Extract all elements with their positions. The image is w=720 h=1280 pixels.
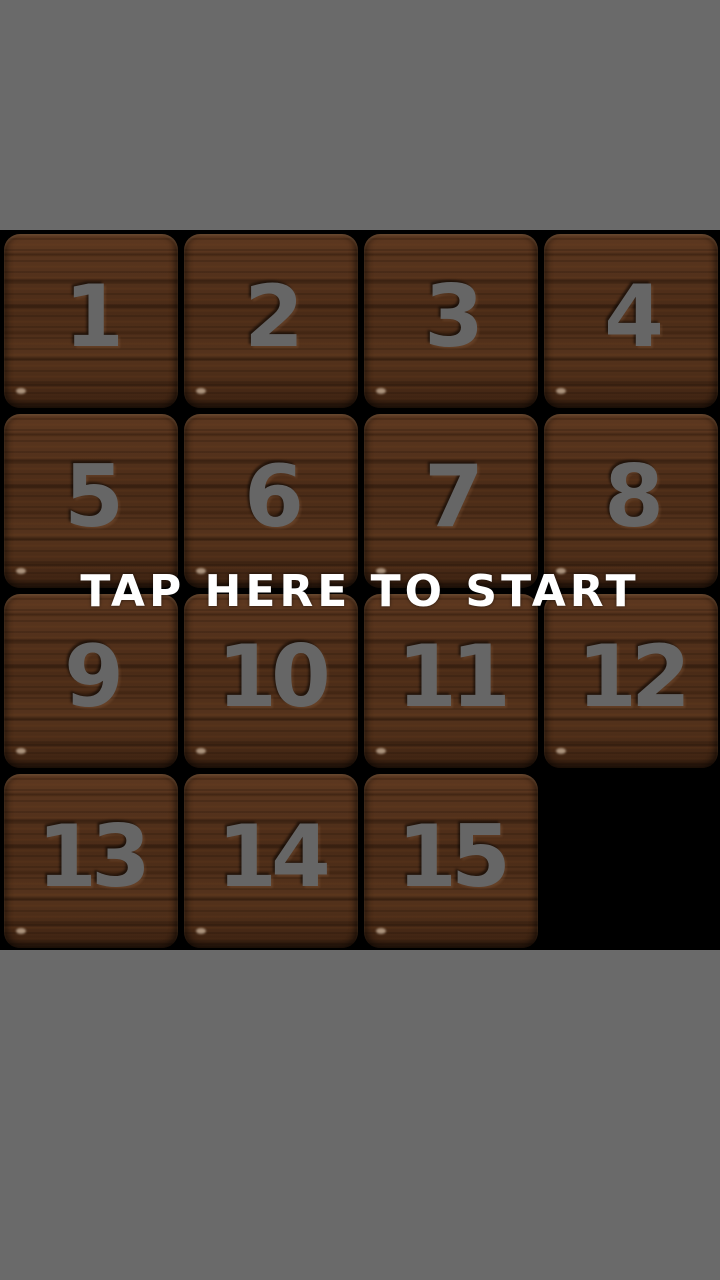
tile-shine (556, 388, 566, 394)
tile-13[interactable]: 13 (4, 774, 178, 948)
tile-number: 4 (604, 267, 664, 367)
tile-number: 13 (37, 807, 151, 907)
tile-number: 5 (64, 447, 124, 547)
top-background (0, 0, 720, 230)
tile-number: 7 (424, 447, 484, 547)
empty-slot (544, 774, 718, 948)
tile-shine (376, 748, 386, 754)
tile-3[interactable]: 3 (364, 234, 538, 408)
tile-number: 3 (424, 267, 484, 367)
tile-number: 15 (397, 807, 511, 907)
tile-number: 14 (217, 807, 331, 907)
bottom-background (0, 950, 720, 1280)
tile-shine (16, 388, 26, 394)
tile-shine (16, 748, 26, 754)
tile-number: 2 (244, 267, 304, 367)
tile-shine (196, 748, 206, 754)
tile-shine (16, 928, 26, 934)
tile-shine (196, 388, 206, 394)
tile-shine (376, 928, 386, 934)
tile-number: 1 (64, 267, 124, 367)
tile-15[interactable]: 15 (364, 774, 538, 948)
tile-14[interactable]: 14 (184, 774, 358, 948)
tile-1[interactable]: 1 (4, 234, 178, 408)
tile-shine (196, 928, 206, 934)
tile-2[interactable]: 2 (184, 234, 358, 408)
start-prompt: TAP HERE TO START (80, 565, 640, 617)
tile-number: 6 (244, 447, 304, 547)
tile-4[interactable]: 4 (544, 234, 718, 408)
tile-shine (556, 748, 566, 754)
tile-number: 8 (604, 447, 664, 547)
tap-to-start-button[interactable]: TAP HERE TO START (0, 560, 720, 622)
tile-shine (376, 388, 386, 394)
